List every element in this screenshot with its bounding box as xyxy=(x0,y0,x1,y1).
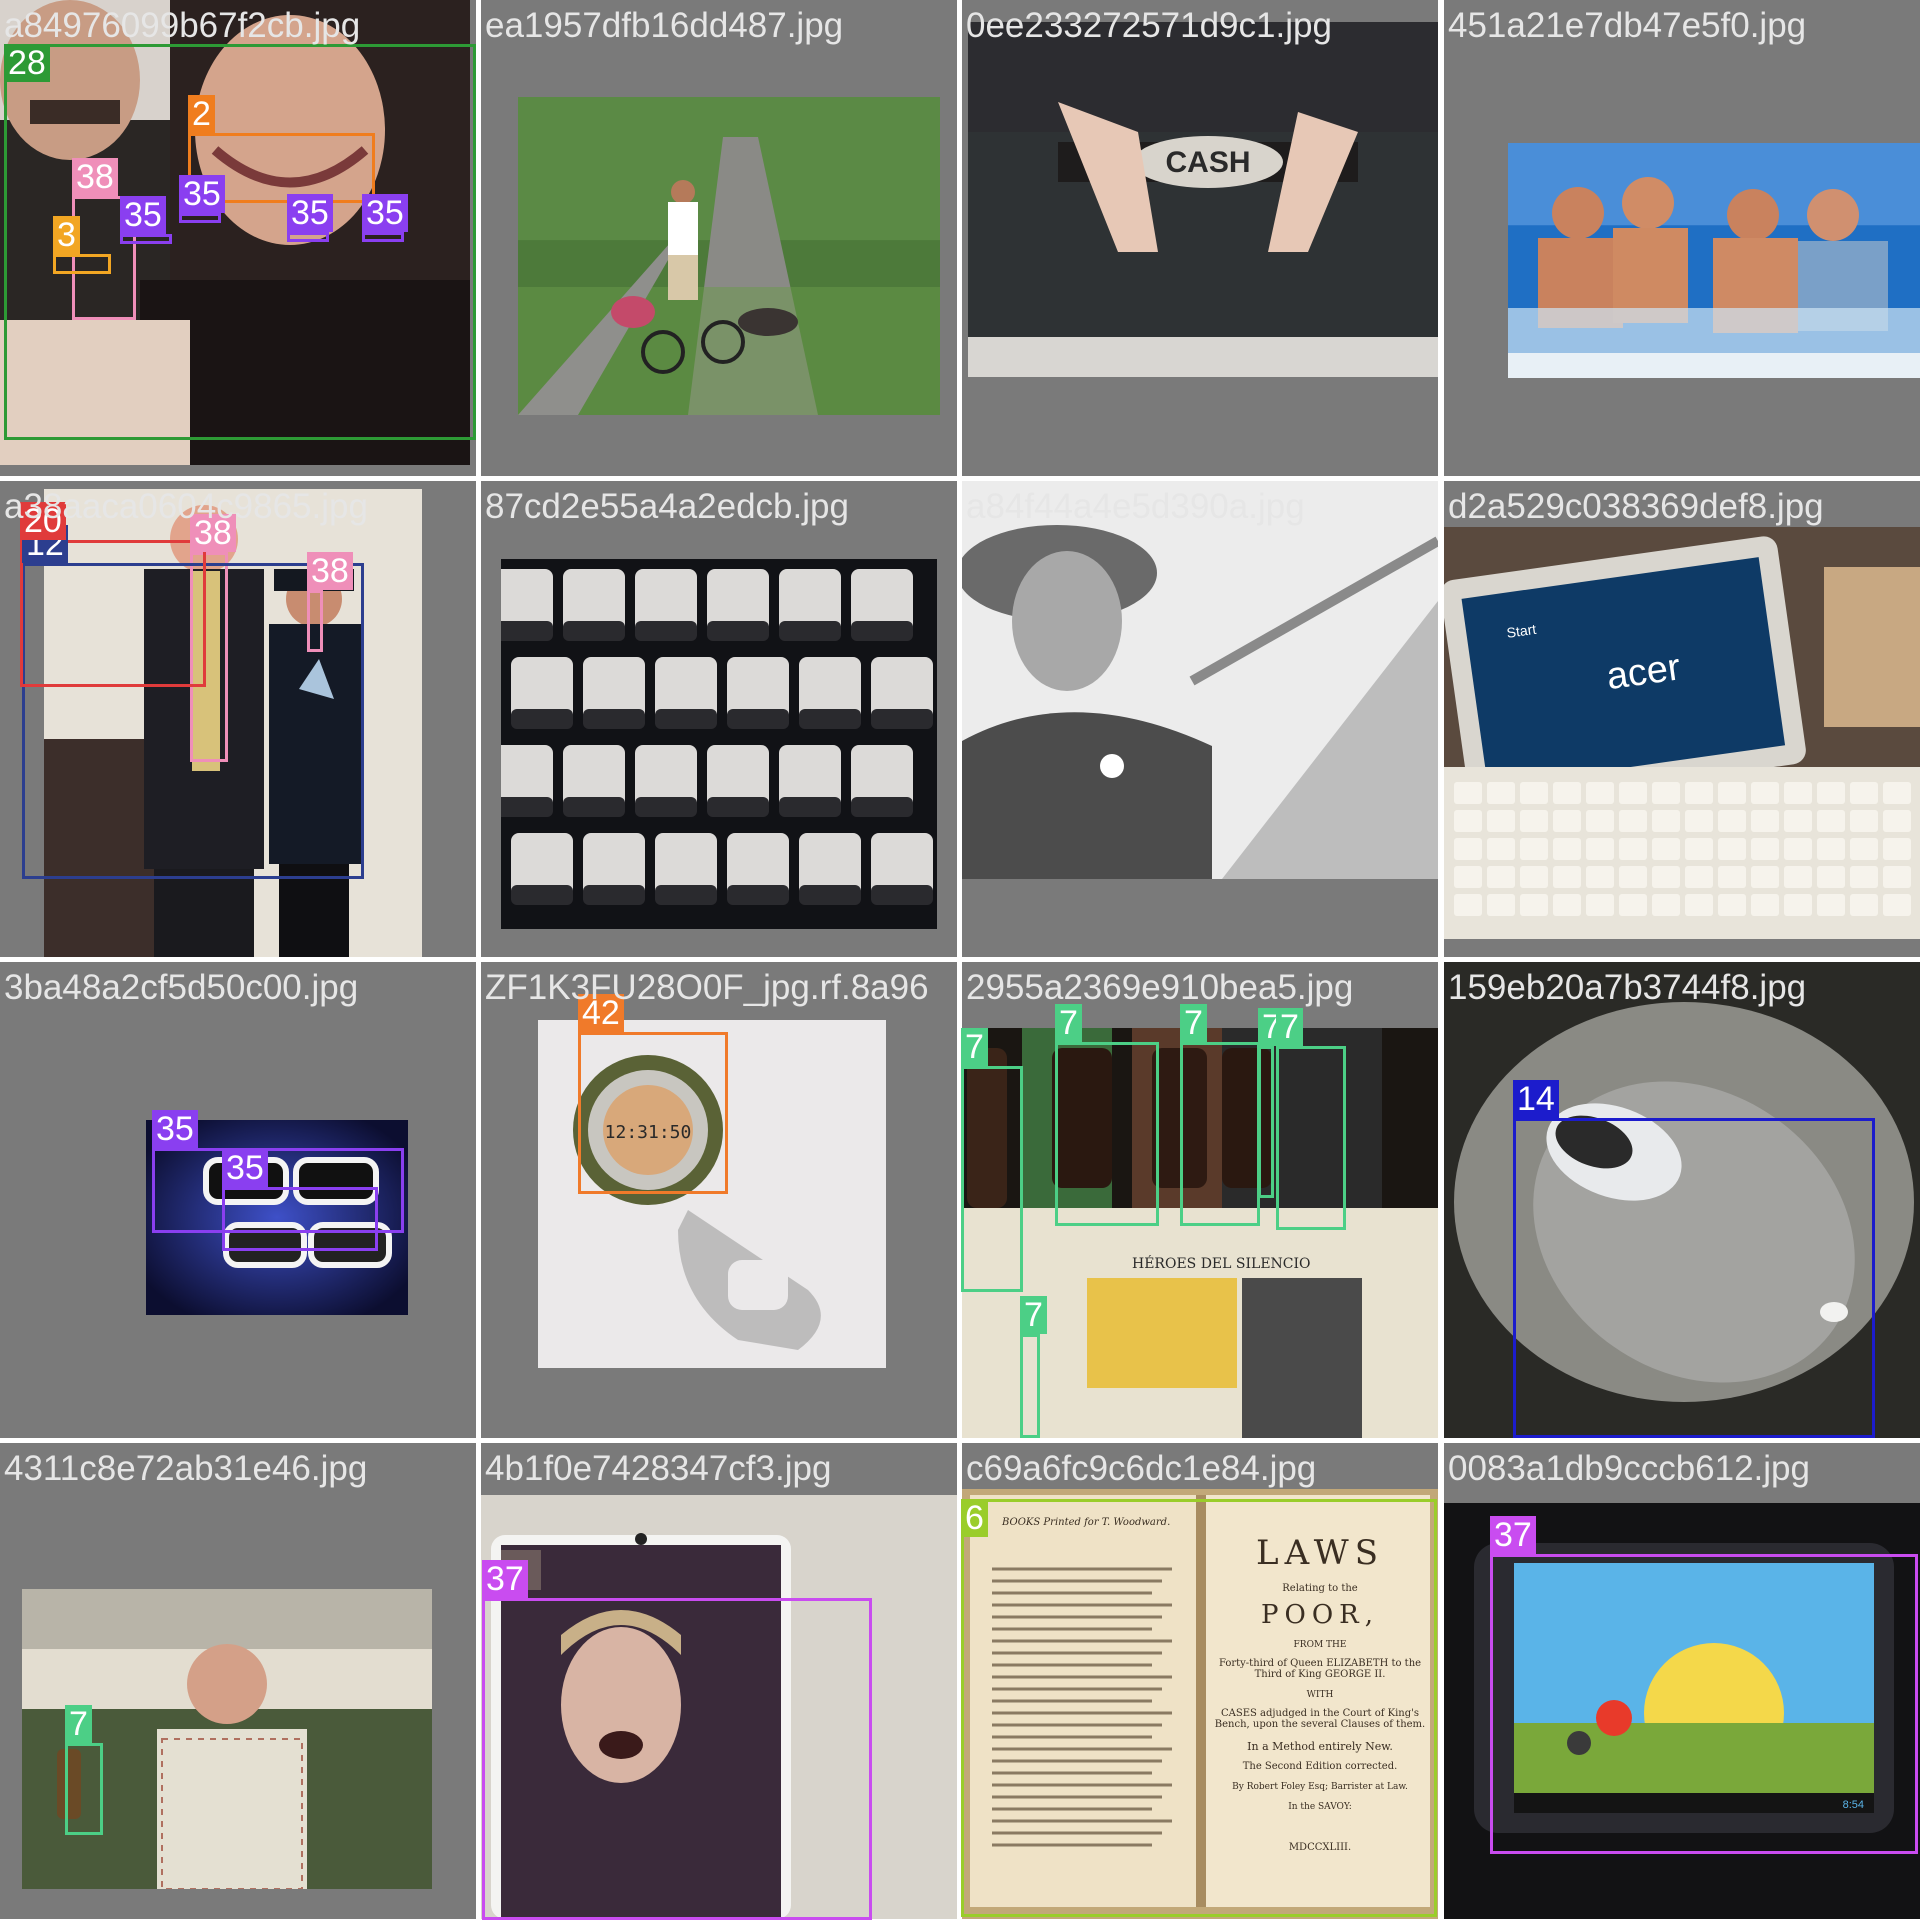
tile-filename: 451a21e7db47e5f0.jpg xyxy=(1448,6,1807,45)
detection-label: 35 xyxy=(152,1110,198,1148)
detection-box xyxy=(222,1187,378,1251)
tile-filename: ea1957dfb16dd487.jpg xyxy=(485,6,844,45)
tile-filename: 87cd2e55a4a2edcb.jpg xyxy=(485,487,849,526)
tile-filename: 4311c8e72ab31e46.jpg xyxy=(4,1449,368,1488)
detection-label: 35 xyxy=(287,194,333,232)
detection-label: 38 xyxy=(72,158,118,196)
detection-label: 35 xyxy=(179,175,225,213)
detection-label: 35 xyxy=(120,196,166,234)
tile-filename: a84f44a4e5d390a.jpg xyxy=(966,487,1305,526)
detection-box xyxy=(1180,1042,1260,1226)
detection-box xyxy=(1490,1554,1918,1854)
detection-box xyxy=(1513,1118,1875,1438)
detection-label: 37 xyxy=(482,1560,528,1598)
tile-filename: 0083a1db9cccb612.jpg xyxy=(1448,1449,1810,1488)
mosaic-tile: 4311c8e72ab31e46.jpg xyxy=(0,1443,476,1919)
detection-label: 35 xyxy=(362,194,408,232)
tile-photo xyxy=(962,481,1438,879)
tile-photo xyxy=(1508,143,1920,378)
mosaic-tile: a84f44a4e5d390a.jpg xyxy=(962,481,1438,957)
tile-filename: a84976099b67f2cb.jpg xyxy=(4,6,361,45)
detection-label: 7 xyxy=(1180,1004,1207,1042)
tile-filename: a38aaca0604c9865.jpg xyxy=(4,487,368,526)
detection-label: 37 xyxy=(1490,1516,1536,1554)
detection-label: 28 xyxy=(4,44,50,82)
detection-box xyxy=(578,1032,728,1194)
detection-box xyxy=(1258,1046,1274,1198)
tile-photo: CASH xyxy=(968,22,1438,377)
tile-filename: ZF1K3FU28O0F_jpg.rf.8a96 xyxy=(485,968,929,1007)
detection-label: 7 xyxy=(1020,1296,1047,1334)
detection-label: 35 xyxy=(222,1149,268,1187)
tile-filename: d2a529c038369def8.jpg xyxy=(1448,487,1824,526)
photo-art xyxy=(962,481,1438,879)
tile-filename: 4b1f0e7428347cf3.jpg xyxy=(485,1449,832,1488)
mosaic-tile: ea1957dfb16dd487.jpg xyxy=(481,0,957,476)
detection-box xyxy=(1276,1046,1346,1230)
tile-filename: 159eb20a7b3744f8.jpg xyxy=(1448,968,1807,1007)
detection-label: 7 xyxy=(961,1028,988,1066)
detection-label: 7 xyxy=(1276,1008,1303,1046)
detection-mosaic: a84976099b67f2cb.jpg ea1957dfb16dd487.jp… xyxy=(0,0,1920,1920)
detection-box xyxy=(65,1743,103,1835)
detection-box xyxy=(482,1598,872,1920)
detection-label: 7 xyxy=(1055,1004,1082,1042)
photo-art xyxy=(518,97,940,415)
mosaic-tile: CASH 0ee233272571d9c1.jpg xyxy=(962,0,1438,476)
photo-art: acer Start xyxy=(1444,527,1920,939)
detection-label: 7 xyxy=(65,1705,92,1743)
tile-photo xyxy=(518,97,940,415)
tile-photo xyxy=(501,559,937,929)
svg-text:HÉROES DEL SILENCIO: HÉROES DEL SILENCIO xyxy=(1132,1254,1311,1272)
mosaic-tile: 451a21e7db47e5f0.jpg xyxy=(1444,0,1920,476)
detection-label: 3 xyxy=(53,216,80,254)
mosaic-tile: 87cd2e55a4a2edcb.jpg xyxy=(481,481,957,957)
photo-art xyxy=(1508,143,1920,378)
tile-photo: acer Start xyxy=(1444,527,1920,939)
detection-label: 2 xyxy=(188,95,215,133)
detection-label: 6 xyxy=(961,1499,988,1537)
detection-box xyxy=(961,1066,1023,1292)
photo-art xyxy=(501,559,937,929)
detection-label: 38 xyxy=(307,552,353,590)
tile-filename: 0ee233272571d9c1.jpg xyxy=(966,6,1332,45)
svg-text:CASH: CASH xyxy=(1165,146,1250,179)
mosaic-tile: acer Start d2a529c038369def8.jpg xyxy=(1444,481,1920,957)
detection-box xyxy=(961,1499,1437,1917)
tile-filename: 3ba48a2cf5d50c00.jpg xyxy=(4,968,359,1007)
tile-filename: c69a6fc9c6dc1e84.jpg xyxy=(966,1449,1317,1488)
tile-filename: 2955a2369e910bea5.jpg xyxy=(966,968,1354,1007)
photo-art: CASH xyxy=(968,22,1438,377)
detection-box xyxy=(1055,1042,1159,1226)
detection-label: 14 xyxy=(1513,1080,1559,1118)
detection-box xyxy=(1020,1334,1040,1438)
